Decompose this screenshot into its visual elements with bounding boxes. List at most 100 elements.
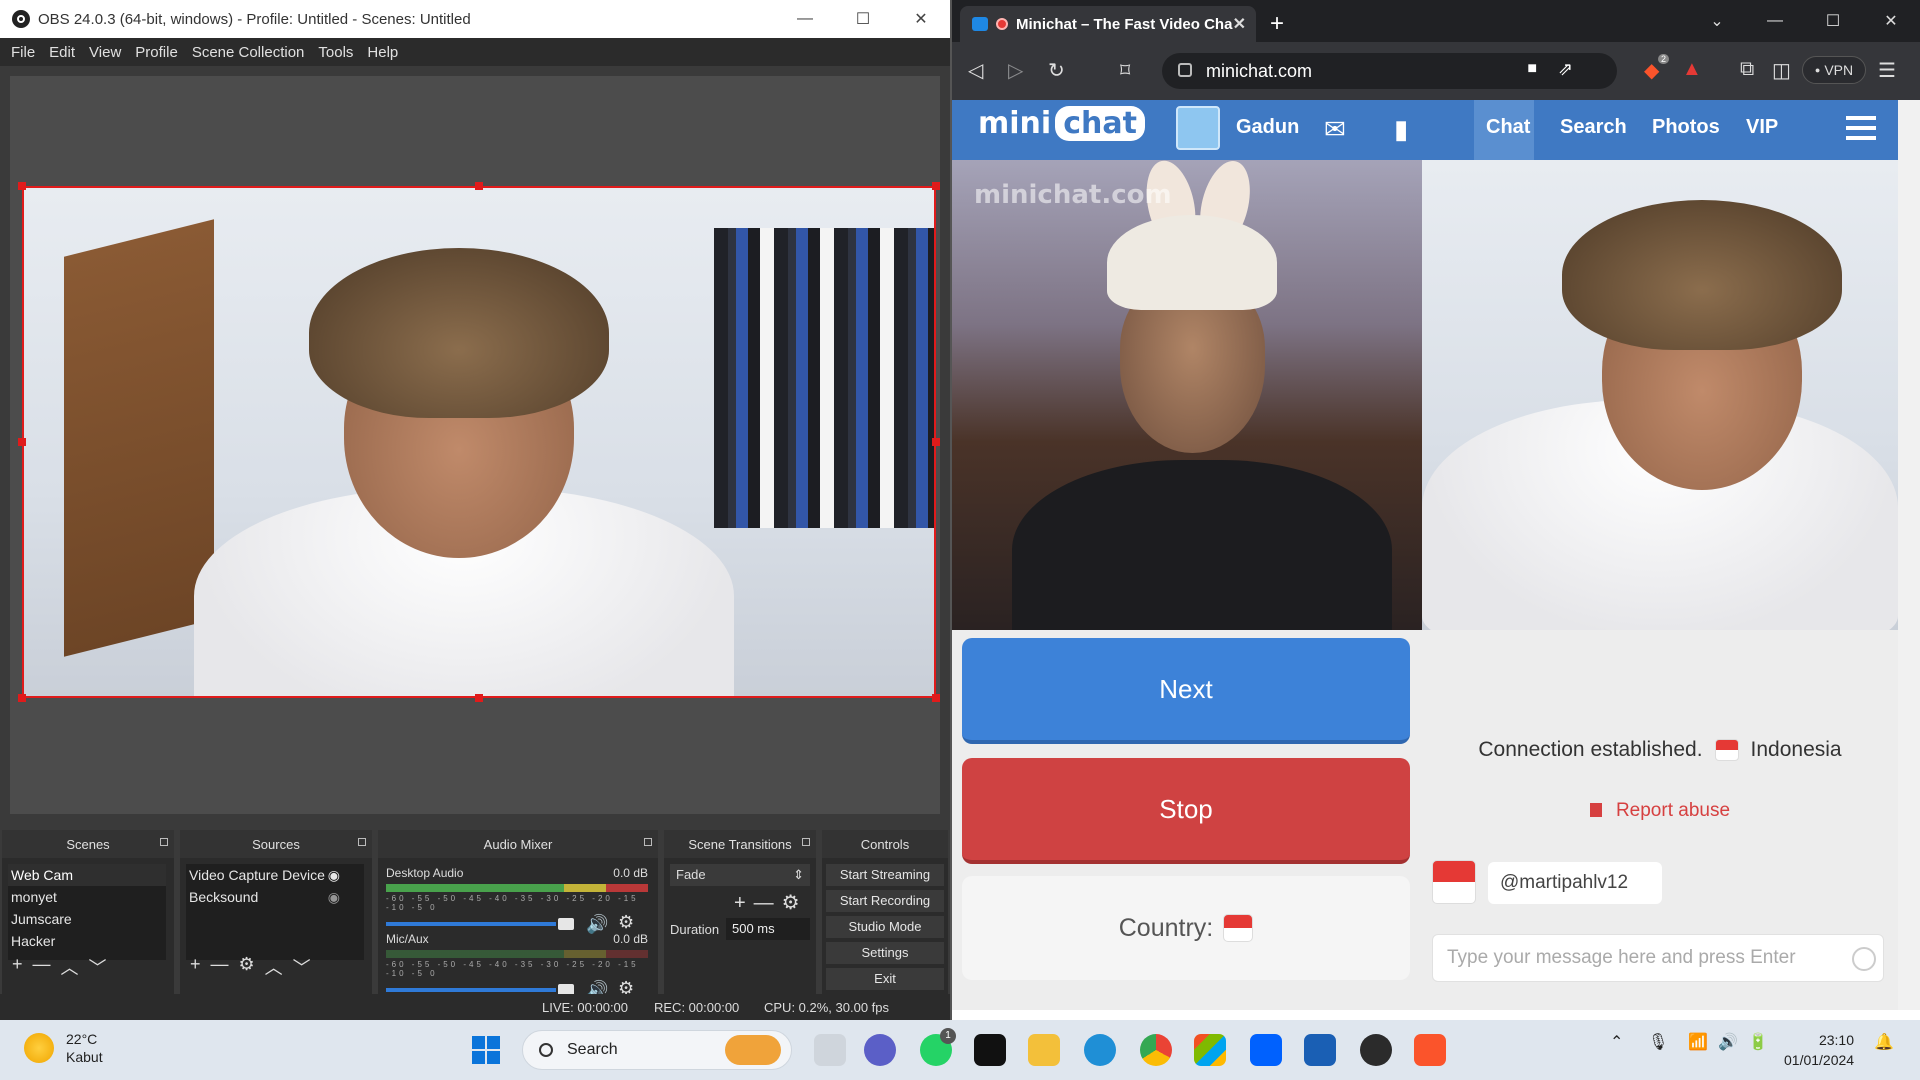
- studio-mode-button[interactable]: Studio Mode: [826, 916, 944, 938]
- add-icon[interactable]: +: [12, 954, 23, 980]
- scene-item[interactable]: Hacker: [8, 930, 166, 952]
- brave-shields-icon[interactable]: ◆: [1644, 58, 1659, 83]
- add-icon[interactable]: +: [190, 954, 201, 980]
- scene-item[interactable]: Jumscare: [8, 908, 166, 930]
- brave-rewards-icon[interactable]: ▲: [1682, 58, 1702, 81]
- vpn-app-icon[interactable]: [1304, 1034, 1336, 1066]
- remove-icon[interactable]: —: [211, 954, 229, 980]
- nav-chat[interactable]: Chat: [1486, 116, 1530, 139]
- chevron-up-icon[interactable]: ⌃: [1610, 1032, 1623, 1052]
- minimize-icon[interactable]: —: [1746, 0, 1804, 42]
- scene-item[interactable]: monyet: [8, 886, 166, 908]
- vpn-button[interactable]: ● VPN: [1802, 56, 1866, 84]
- gear-icon[interactable]: ⚙: [618, 912, 634, 933]
- remove-icon[interactable]: —: [33, 954, 51, 980]
- nav-search[interactable]: Search: [1560, 116, 1627, 139]
- chrome-icon[interactable]: [1140, 1034, 1172, 1066]
- menu-scene-collection[interactable]: Scene Collection: [185, 44, 312, 61]
- undock-icon[interactable]: [160, 838, 168, 846]
- obs-preview-area[interactable]: [10, 76, 940, 814]
- start-streaming-button[interactable]: Start Streaming: [826, 864, 944, 886]
- taskbar-search[interactable]: Search: [522, 1030, 792, 1070]
- duration-input[interactable]: 500 ms: [726, 918, 810, 940]
- resize-handle[interactable]: [932, 182, 940, 190]
- close-icon[interactable]: ✕: [1862, 0, 1920, 42]
- start-button-icon[interactable]: [472, 1036, 500, 1064]
- sidebar-icon[interactable]: ◫: [1772, 58, 1791, 83]
- resize-handle[interactable]: [18, 694, 26, 702]
- battery-icon[interactable]: 🔋: [1748, 1032, 1768, 1052]
- edge-icon[interactable]: [1084, 1034, 1116, 1066]
- stop-button[interactable]: Stop: [962, 758, 1410, 864]
- source-item[interactable]: Becksound ◉: [186, 886, 364, 908]
- settings-button[interactable]: Settings: [826, 942, 944, 964]
- menu-edit[interactable]: Edit: [42, 44, 82, 61]
- task-view-icon[interactable]: [814, 1034, 846, 1066]
- maximize-icon[interactable]: ☐: [1804, 0, 1862, 42]
- nav-vip[interactable]: VIP: [1746, 116, 1778, 139]
- volume-slider[interactable]: [386, 984, 574, 996]
- microphone-icon[interactable]: 🎙: [1648, 1032, 1668, 1052]
- camera-icon[interactable]: ■: [1527, 60, 1537, 78]
- brave-icon[interactable]: [1414, 1034, 1446, 1066]
- tab-minichat[interactable]: Minichat – The Fast Video Cha ✕: [960, 6, 1256, 42]
- report-abuse-link[interactable]: Report abuse: [1422, 800, 1898, 822]
- hamburger-menu-icon[interactable]: [1846, 116, 1876, 140]
- chevron-down-icon[interactable]: ﹀: [293, 954, 311, 980]
- volume-slider[interactable]: [386, 918, 574, 930]
- extensions-icon[interactable]: ⧉: [1740, 58, 1754, 81]
- eye-icon[interactable]: ◉: [328, 886, 340, 908]
- undock-icon[interactable]: [358, 838, 366, 846]
- menu-icon[interactable]: ☰: [1878, 58, 1896, 83]
- close-icon[interactable]: ✕: [1233, 14, 1246, 34]
- notification-bell-icon[interactable]: 🔔: [1874, 1032, 1894, 1052]
- source-item[interactable]: Video Capture Device ◉: [186, 864, 364, 886]
- minichat-logo[interactable]: mini chat: [978, 106, 1145, 141]
- menu-help[interactable]: Help: [360, 44, 405, 61]
- site-info-icon[interactable]: [1178, 63, 1192, 77]
- resize-handle[interactable]: [932, 438, 940, 446]
- store-icon[interactable]: [1194, 1034, 1226, 1066]
- start-recording-button[interactable]: Start Recording: [826, 890, 944, 912]
- resize-handle[interactable]: [18, 182, 26, 190]
- url-field[interactable]: minichat.com ■ ⇗: [1162, 53, 1617, 89]
- exit-button[interactable]: Exit: [826, 968, 944, 990]
- next-button[interactable]: Next: [962, 638, 1410, 744]
- menu-file[interactable]: File: [4, 44, 42, 61]
- chevron-down-icon[interactable]: ⌄: [1688, 0, 1746, 42]
- user-avatar[interactable]: [1176, 106, 1220, 150]
- volume-icon[interactable]: 🔊: [1718, 1032, 1738, 1052]
- nav-photos[interactable]: Photos: [1652, 116, 1720, 139]
- maximize-icon[interactable]: ☐: [834, 0, 892, 38]
- resize-handle[interactable]: [475, 694, 483, 702]
- obs-taskbar-icon[interactable]: [1360, 1034, 1392, 1066]
- transition-tools[interactable]: +—⚙: [734, 890, 808, 915]
- menu-tools[interactable]: Tools: [311, 44, 360, 61]
- tiktok-icon[interactable]: [974, 1034, 1006, 1066]
- back-icon[interactable]: ◁: [968, 58, 983, 83]
- menu-profile[interactable]: Profile: [128, 44, 185, 61]
- country-selector[interactable]: Country:: [962, 876, 1410, 980]
- resize-handle[interactable]: [932, 694, 940, 702]
- webcam-preview[interactable]: [22, 186, 936, 698]
- chat-input[interactable]: [1432, 934, 1884, 982]
- bookmark-icon[interactable]: ⌑: [1120, 58, 1130, 83]
- username[interactable]: Gadun: [1236, 116, 1299, 139]
- chevron-down-icon[interactable]: ﹀: [89, 954, 107, 980]
- page-scrollbar[interactable]: [1898, 100, 1920, 1010]
- chevron-up-icon[interactable]: ︿: [265, 954, 283, 980]
- resize-handle[interactable]: [18, 438, 26, 446]
- close-icon[interactable]: ✕: [892, 0, 950, 38]
- gear-icon[interactable]: ⚙: [239, 954, 255, 980]
- reload-icon[interactable]: ↻: [1048, 58, 1065, 83]
- teams-icon[interactable]: [864, 1034, 896, 1066]
- dropbox-icon[interactable]: [1250, 1034, 1282, 1066]
- undock-icon[interactable]: [644, 838, 652, 846]
- menu-view[interactable]: View: [82, 44, 128, 61]
- file-explorer-icon[interactable]: [1028, 1034, 1060, 1066]
- transition-select[interactable]: Fade ⇕: [670, 864, 810, 886]
- eye-icon[interactable]: ◉: [328, 864, 340, 886]
- scene-item[interactable]: Web Cam: [8, 864, 166, 886]
- resize-handle[interactable]: [475, 182, 483, 190]
- forward-icon[interactable]: ▷: [1008, 58, 1023, 83]
